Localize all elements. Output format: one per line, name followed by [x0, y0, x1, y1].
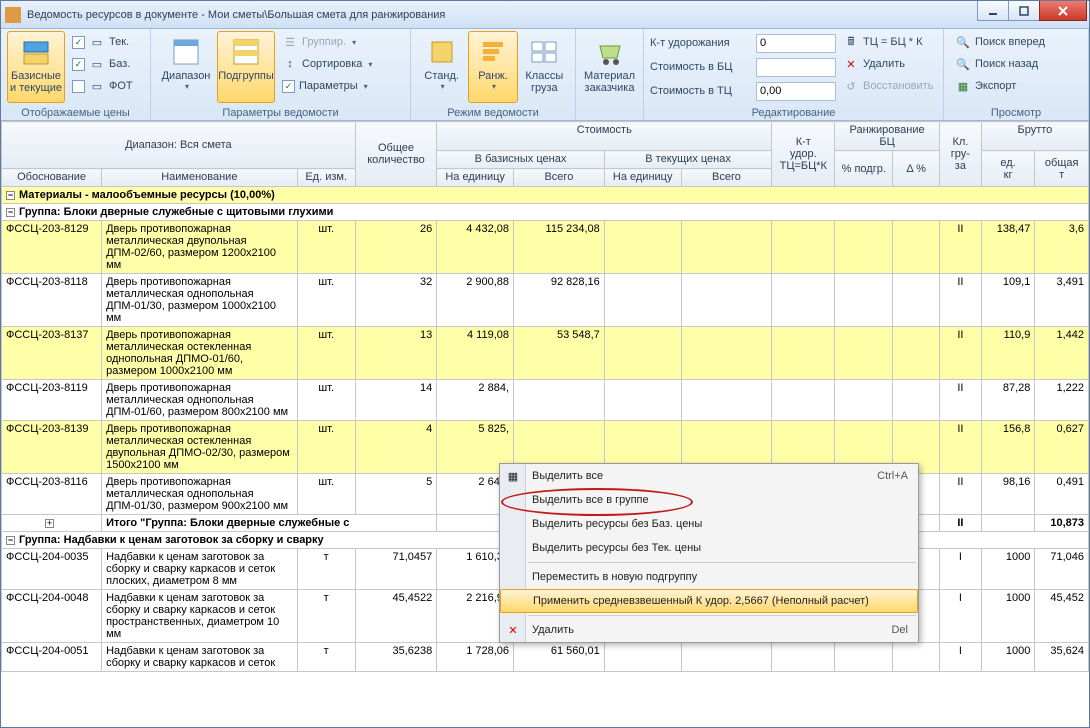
orange-layer-icon: ▭: [89, 78, 105, 94]
close-button[interactable]: [1039, 1, 1087, 21]
search-icon: 🔍: [955, 56, 971, 72]
ctx-select-group[interactable]: Выделить все в группе: [500, 488, 918, 512]
search-icon: 🔍: [955, 34, 971, 50]
green-layer-icon: ▭: [89, 56, 105, 72]
titlebar: Ведомость ресурсов в документе - Мои сме…: [1, 1, 1089, 29]
checkbox-icon: ✓: [72, 36, 85, 49]
ctx-select-notek[interactable]: Выделить ресурсы без Тек. цены: [500, 536, 918, 560]
table-row[interactable]: ФССЦ-203-8137Дверь противопожарная метал…: [2, 327, 1089, 380]
x-icon: ✕: [505, 622, 521, 638]
window-title: Ведомость ресурсов в документе - Мои сме…: [27, 9, 445, 21]
params-button[interactable]: ✓Параметры▾: [277, 75, 377, 97]
kudor-input[interactable]: [756, 34, 836, 53]
klass-button[interactable]: Классы груза: [520, 31, 569, 103]
delete-button[interactable]: ✕Удалить: [838, 53, 938, 75]
excel-icon: ▦: [955, 78, 971, 94]
diapazon-button[interactable]: Диапазон▾: [157, 31, 215, 103]
table-row[interactable]: ФССЦ-204-0051Надбавки к ценам заготовок …: [2, 643, 1089, 672]
restore-button[interactable]: ↺Восстановить: [838, 75, 938, 97]
class-icon: [528, 36, 560, 68]
checkbox-icon: ✓: [72, 58, 85, 71]
search-fwd[interactable]: 🔍Поиск вперед: [950, 31, 1050, 53]
grid[interactable]: Диапазон: Вся смета Общее количество Сто…: [1, 121, 1089, 727]
rank-icon: [477, 36, 509, 68]
cart-icon: [594, 36, 626, 68]
chevron-down-icon: ▾: [492, 82, 496, 91]
base-current-button[interactable]: Базисные и текущие: [7, 31, 65, 103]
stc-field: Стоимость в ТЦ: [650, 80, 836, 102]
search-back[interactable]: 🔍Поиск назад: [950, 53, 1050, 75]
tcbc-button[interactable]: 🖩ТЦ = БЦ * К: [838, 31, 938, 53]
grid-header: Диапазон: Вся смета Общее количество Сто…: [2, 122, 1089, 187]
table-row[interactable]: ФССЦ-203-8129Дверь противопожарная метал…: [2, 221, 1089, 274]
chevron-down-icon: ▾: [441, 82, 445, 91]
kudor-field: К-т удорожания: [650, 32, 836, 54]
minimize-button[interactable]: [977, 1, 1009, 21]
standard-button[interactable]: Станд.▾: [417, 31, 466, 103]
checkbox-icon: [72, 80, 85, 93]
standard-icon: [426, 36, 458, 68]
ctx-select-all[interactable]: ▦Выделить всеCtrl+A: [500, 464, 918, 488]
select-icon: ▦: [505, 468, 521, 484]
material-button[interactable]: Материал заказчика: [582, 31, 637, 103]
table-row[interactable]: ФССЦ-203-8119Дверь противопожарная метал…: [2, 380, 1089, 421]
tek-check[interactable]: ✓▭Тек.: [67, 31, 138, 53]
checkbox-icon: ✓: [282, 80, 295, 93]
blue-layer-icon: ▭: [89, 34, 105, 50]
chevron-down-icon: ▾: [364, 82, 368, 91]
app-icon: [5, 7, 21, 23]
table-row[interactable]: ФССЦ-203-8118Дверь противопожарная метал…: [2, 274, 1089, 327]
baz-check[interactable]: ✓▭Баз.: [67, 53, 138, 75]
gruppir-button[interactable]: ☰Группир.▾: [277, 31, 377, 53]
ctx-delete[interactable]: ✕УдалитьDel: [500, 618, 918, 642]
ctx-apply[interactable]: Применить средневзвешенный К удор. 2,566…: [500, 589, 918, 613]
stc-input[interactable]: [756, 82, 836, 101]
layers-icon: [20, 36, 52, 68]
sbc-input[interactable]: [756, 58, 836, 77]
x-icon: ✕: [843, 56, 859, 72]
sort-button[interactable]: ↕Сортировка▾: [277, 53, 377, 75]
sbc-field: Стоимость в БЦ: [650, 56, 836, 78]
ribbon: Базисные и текущие ✓▭Тек. ✓▭Баз. ▭ФОТ От…: [1, 29, 1089, 121]
chevron-down-icon: ▾: [368, 60, 372, 69]
sort-icon: ↕: [282, 56, 298, 72]
ranzh-button[interactable]: Ранж.▾: [468, 31, 517, 103]
chevron-down-icon: ▾: [185, 82, 189, 91]
ctx-move[interactable]: Переместить в новую подгруппу: [500, 565, 918, 589]
fot-check[interactable]: ▭ФОТ: [67, 75, 138, 97]
section-row[interactable]: −Материалы - малообъемные ресурсы (10,00…: [2, 187, 1089, 204]
ctx-select-nobaz[interactable]: Выделить ресурсы без Баз. цены: [500, 512, 918, 536]
range-icon: [170, 36, 202, 68]
podgruppy-button[interactable]: Подгруппы: [217, 31, 275, 103]
calc-icon: 🖩: [843, 34, 859, 50]
subgroups-icon: [230, 36, 262, 68]
app-window: Ведомость ресурсов в документе - Мои сме…: [0, 0, 1090, 728]
context-menu: ▦Выделить всеCtrl+A Выделить все в групп…: [499, 463, 919, 643]
window-buttons: [978, 1, 1087, 21]
restore-icon: ↺: [843, 78, 859, 94]
group-row[interactable]: −Группа: Блоки дверные служебные с щитов…: [2, 204, 1089, 221]
group-icon: ☰: [282, 34, 298, 50]
maximize-button[interactable]: [1008, 1, 1040, 21]
chevron-down-icon: ▾: [352, 38, 356, 47]
hdr-diapazon: Диапазон: Вся смета: [2, 122, 356, 169]
export-button[interactable]: ▦Экспорт: [950, 75, 1050, 97]
